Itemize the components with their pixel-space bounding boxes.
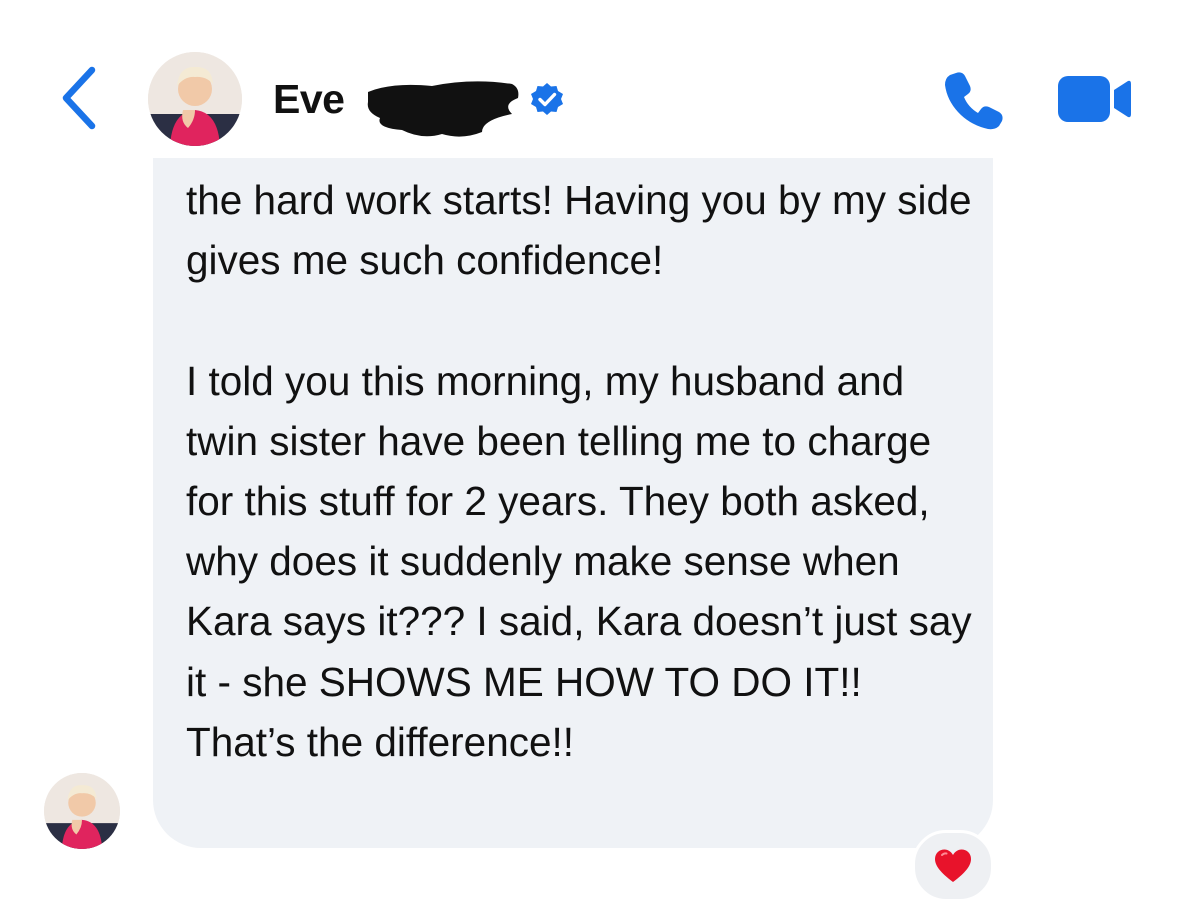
message-paragraph: I told you this morning, my husband and … xyxy=(186,357,972,765)
message-paragraph: the hard work starts! Having you by my s… xyxy=(186,177,972,284)
message-text: the hard work starts! Having you by my s… xyxy=(186,170,976,772)
video-camera-icon xyxy=(1058,76,1131,122)
contact-avatar[interactable] xyxy=(148,52,242,146)
chevron-left-icon xyxy=(62,66,96,130)
sender-avatar[interactable] xyxy=(44,773,120,849)
phone-icon xyxy=(945,72,1003,130)
heart-reaction[interactable] xyxy=(912,830,994,902)
heart-icon xyxy=(935,849,971,882)
redaction-mark xyxy=(367,81,519,137)
video-call-button[interactable] xyxy=(1056,74,1132,124)
verified-badge-icon xyxy=(531,83,563,115)
contact-name[interactable]: Eve xyxy=(273,76,345,123)
audio-call-button[interactable] xyxy=(942,68,1006,132)
conversation-header: Eve xyxy=(0,0,1200,158)
back-button[interactable] xyxy=(58,66,102,130)
